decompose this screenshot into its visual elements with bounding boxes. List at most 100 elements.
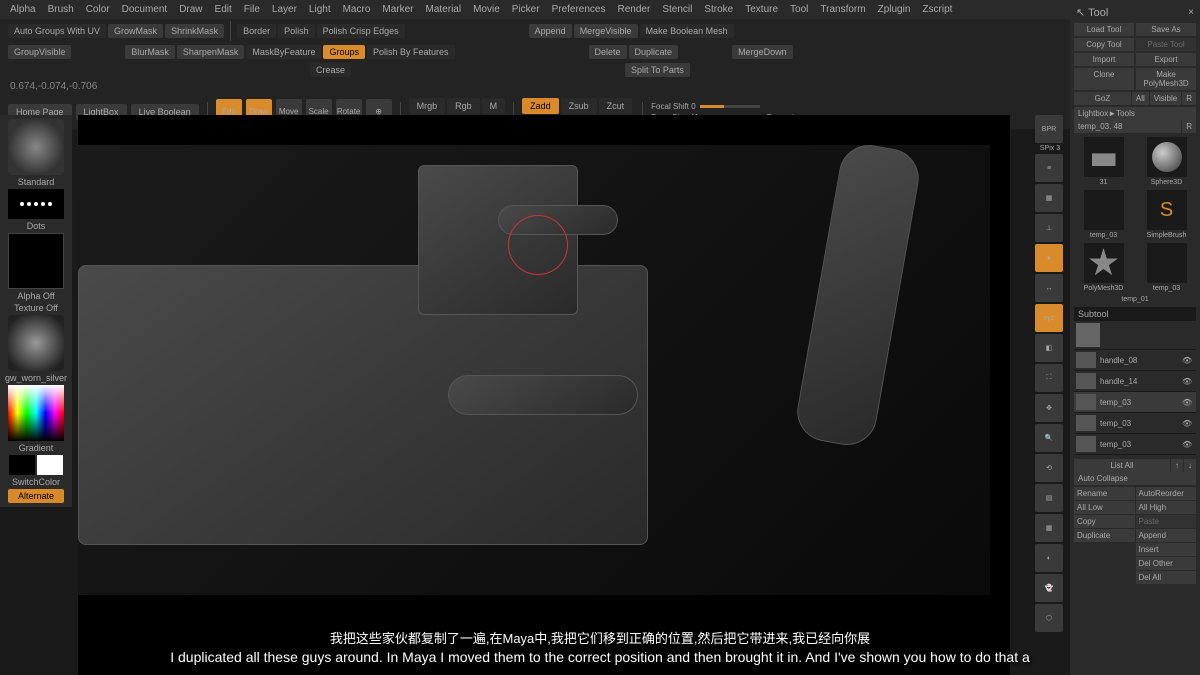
save-as[interactable]: Save As bbox=[1136, 23, 1196, 36]
menu-file[interactable]: File bbox=[244, 4, 260, 15]
goz-all[interactable]: All bbox=[1132, 92, 1149, 105]
polish-crisp[interactable]: Polish Crisp Edges bbox=[317, 24, 405, 38]
alternate-btn[interactable]: Alternate bbox=[8, 489, 64, 503]
menu-layer[interactable]: Layer bbox=[272, 4, 297, 15]
group-visible[interactable]: GroupVisible bbox=[8, 45, 71, 59]
visibility-icon[interactable]: 👁 bbox=[1182, 356, 1194, 365]
mask-by-feature[interactable]: MaskByFeature bbox=[246, 45, 321, 59]
all-low[interactable]: All Low bbox=[1074, 501, 1135, 514]
paste-subtool[interactable]: Paste bbox=[1136, 515, 1197, 528]
menu-brush[interactable]: Brush bbox=[48, 4, 74, 15]
arrow-down-icon[interactable]: ↓ bbox=[1184, 459, 1196, 472]
polish[interactable]: Polish bbox=[278, 24, 315, 38]
ghost-icon[interactable]: 👻 bbox=[1035, 574, 1063, 602]
focal-shift[interactable]: Focal Shift 0 bbox=[651, 102, 695, 111]
rgb[interactable]: Rgb bbox=[447, 98, 480, 114]
subtool-preview[interactable] bbox=[1074, 321, 1196, 350]
mrgb[interactable]: Mrgb bbox=[409, 98, 446, 114]
all-high[interactable]: All High bbox=[1136, 501, 1197, 514]
append[interactable]: Append bbox=[529, 24, 572, 38]
grow-mask[interactable]: GrowMask bbox=[108, 24, 163, 38]
swatch-black[interactable] bbox=[9, 455, 35, 475]
auto-collapse[interactable]: Auto Collapse bbox=[1074, 472, 1196, 485]
polish-by-features[interactable]: Polish By Features bbox=[367, 45, 455, 59]
menu-draw[interactable]: Draw bbox=[179, 4, 202, 15]
subtool-item[interactable]: temp_03👁 bbox=[1074, 413, 1196, 434]
del-other[interactable]: Del Other bbox=[1136, 557, 1197, 570]
zoom-icon[interactable]: 🔍 bbox=[1035, 424, 1063, 452]
clone-btn[interactable]: Clone bbox=[1074, 68, 1134, 90]
zcut[interactable]: Zcut bbox=[599, 98, 633, 114]
floor-icon[interactable]: ⊥ bbox=[1035, 214, 1063, 242]
visibility-icon[interactable]: 👁 bbox=[1182, 398, 1194, 407]
make-polymesh[interactable]: Make PolyMesh3D bbox=[1136, 68, 1196, 90]
del-all[interactable]: Del All bbox=[1136, 571, 1197, 584]
auto-groups[interactable]: Auto Groups With UV bbox=[8, 24, 106, 38]
move-view-icon[interactable]: ✥ bbox=[1035, 394, 1063, 422]
polyf-icon[interactable]: ▦ bbox=[1035, 514, 1063, 542]
border[interactable]: Border bbox=[237, 24, 276, 38]
crease[interactable]: Crease bbox=[310, 63, 351, 77]
merge-down[interactable]: MergeDown bbox=[732, 45, 793, 59]
goz[interactable]: GoZ bbox=[1074, 92, 1131, 105]
persp-icon[interactable]: ▦ bbox=[1035, 184, 1063, 212]
duplicate-btn[interactable]: Duplicate bbox=[629, 45, 679, 59]
zadd[interactable]: Zadd bbox=[522, 98, 559, 114]
menu-alpha[interactable]: Alpha bbox=[10, 4, 36, 15]
goz-visible[interactable]: Visible bbox=[1150, 92, 1181, 105]
menu-preferences[interactable]: Preferences bbox=[552, 4, 606, 15]
aahalf-icon[interactable]: ◧ bbox=[1035, 334, 1063, 362]
menu-color[interactable]: Color bbox=[86, 4, 110, 15]
append-subtool[interactable]: Append bbox=[1136, 529, 1197, 542]
duplicate-subtool[interactable]: Duplicate bbox=[1074, 529, 1135, 542]
gradient-label[interactable]: Gradient bbox=[19, 443, 54, 453]
lsym-icon[interactable]: ↔ bbox=[1035, 274, 1063, 302]
list-all[interactable]: List All bbox=[1074, 459, 1170, 472]
delete-btn[interactable]: Delete bbox=[589, 45, 627, 59]
swatch-white[interactable] bbox=[37, 455, 63, 475]
make-boolean[interactable]: Make Boolean Mesh bbox=[640, 24, 734, 38]
thumb-current[interactable]: 31 bbox=[1074, 137, 1133, 186]
menu-edit[interactable]: Edit bbox=[215, 4, 232, 15]
thumb-temp[interactable]: temp_03 bbox=[1074, 190, 1133, 239]
material-preview[interactable] bbox=[8, 315, 64, 371]
subtool-item[interactable]: handle_08👁 bbox=[1074, 350, 1196, 371]
local-icon[interactable]: ● bbox=[1035, 244, 1063, 272]
m-btn[interactable]: M bbox=[482, 98, 506, 114]
menu-stroke[interactable]: Stroke bbox=[704, 4, 733, 15]
close-icon[interactable]: × bbox=[1188, 7, 1194, 18]
subtool-item[interactable]: temp_03👁 bbox=[1074, 434, 1196, 455]
groups-btn[interactable]: Groups bbox=[323, 45, 365, 59]
alpha-preview[interactable] bbox=[8, 233, 64, 289]
insert-subtool[interactable]: Insert bbox=[1136, 543, 1197, 556]
menu-stencil[interactable]: Stencil bbox=[662, 4, 692, 15]
goz-r[interactable]: R bbox=[1182, 92, 1196, 105]
thumb-sphere[interactable]: Sphere3D bbox=[1137, 137, 1196, 186]
frame-icon[interactable]: ⛶ bbox=[1035, 364, 1063, 392]
arrow-up-icon[interactable]: ↑ bbox=[1171, 459, 1183, 472]
rename[interactable]: Rename bbox=[1074, 487, 1135, 500]
shrink-mask[interactable]: ShrinkMask bbox=[165, 24, 224, 38]
lightbox-tools[interactable]: Lightbox►Tools bbox=[1074, 107, 1196, 120]
thumb-temp2[interactable]: temp_03 bbox=[1137, 243, 1196, 292]
thumb-simplebrush[interactable]: SSimpleBrush bbox=[1137, 190, 1196, 239]
menu-transform[interactable]: Transform bbox=[820, 4, 865, 15]
xyz-icon[interactable]: xyz bbox=[1035, 304, 1063, 332]
switch-color[interactable]: SwitchColor bbox=[12, 477, 60, 487]
load-tool[interactable]: Load Tool bbox=[1074, 23, 1134, 36]
color-picker[interactable] bbox=[8, 385, 64, 441]
dynamic-icon[interactable]: ≡ bbox=[1035, 154, 1063, 182]
visibility-icon[interactable]: 👁 bbox=[1182, 440, 1194, 449]
export-btn[interactable]: Export bbox=[1136, 53, 1196, 66]
visibility-icon[interactable]: 👁 bbox=[1182, 377, 1194, 386]
bpr-icon[interactable]: BPR bbox=[1035, 115, 1063, 143]
menu-document[interactable]: Document bbox=[122, 4, 168, 15]
current-tool[interactable]: temp_03. 48 bbox=[1074, 120, 1181, 133]
menu-movie[interactable]: Movie bbox=[473, 4, 500, 15]
model-view[interactable] bbox=[78, 145, 990, 595]
visibility-icon[interactable]: 👁 bbox=[1182, 419, 1194, 428]
thumb-polymesh[interactable]: PolyMesh3D bbox=[1074, 243, 1133, 292]
menu-marker[interactable]: Marker bbox=[382, 4, 413, 15]
menu-tool[interactable]: Tool bbox=[790, 4, 808, 15]
subtool-item[interactable]: temp_03👁 bbox=[1074, 392, 1196, 413]
